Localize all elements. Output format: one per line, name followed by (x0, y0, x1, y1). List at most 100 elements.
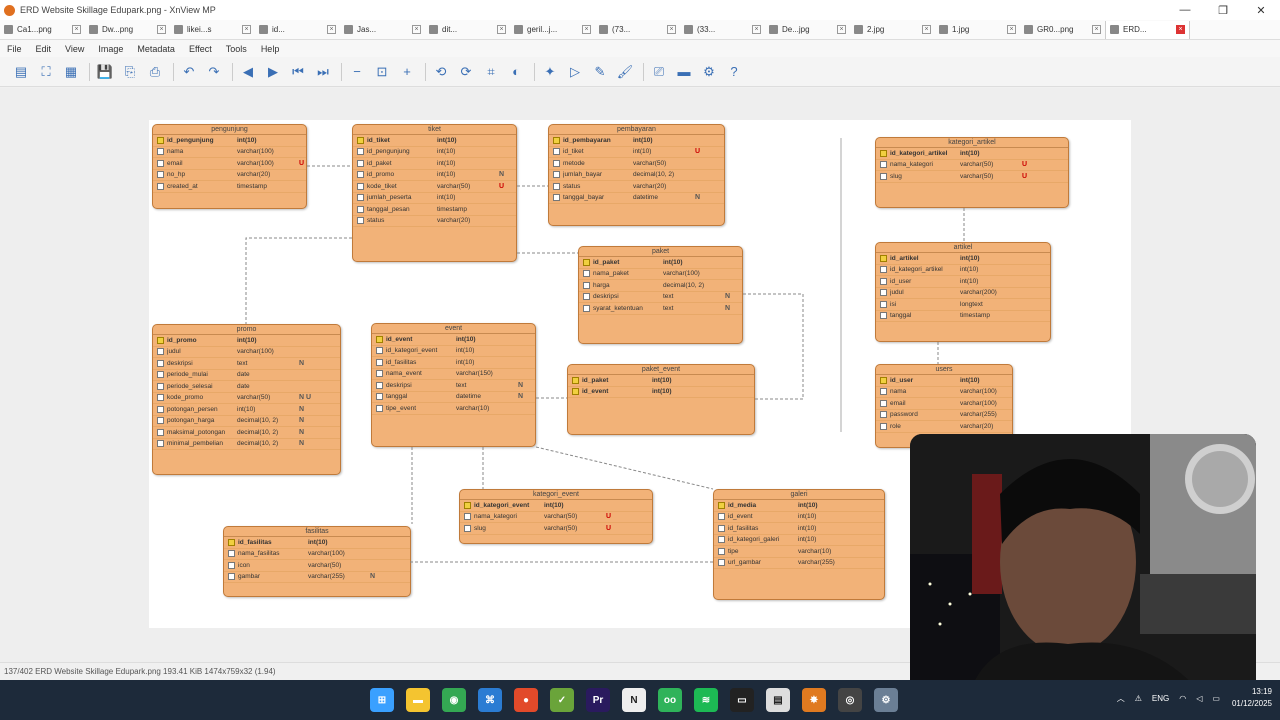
menu-metadata[interactable]: Metadata (130, 44, 182, 54)
adjust-icon[interactable]: ◐ (505, 61, 527, 83)
menu-file[interactable]: File (0, 44, 29, 54)
fullscreen-icon[interactable]: ⛶ (35, 61, 57, 83)
undo-icon[interactable]: ↶ (178, 61, 200, 83)
entity-artikel[interactable]: artikel id_artikel int(10) id_kategori_arti… (875, 242, 1051, 342)
language-indicator[interactable]: ENG (1152, 694, 1169, 703)
image-tab[interactable]: (73... × (595, 21, 680, 39)
rotate-right-icon[interactable]: ⟳ (455, 61, 477, 83)
image-tab[interactable]: id... × (255, 21, 340, 39)
browser-icon[interactable]: ▤ (10, 61, 32, 83)
entity-tiket[interactable]: tiket id_tiket int(10) id_pengunjung int(10)… (352, 124, 517, 262)
edit-icon[interactable]: ✎ (589, 61, 611, 83)
entity-fasilitas[interactable]: fasilitas id_fasilitas int(10) nama_fasilit… (223, 526, 411, 597)
menu-tools[interactable]: Tools (219, 44, 254, 54)
effects-icon[interactable]: ✦ (539, 61, 561, 83)
zoom-fit-icon[interactable]: ⊡ (371, 61, 393, 83)
image-tab[interactable]: GR0...png × (1020, 21, 1105, 39)
close-button[interactable]: ✕ (1242, 4, 1280, 17)
notion-icon[interactable]: N (622, 688, 646, 712)
menu-help[interactable]: Help (254, 44, 287, 54)
settings-icon[interactable]: ⚙ (698, 61, 720, 83)
menu-effect[interactable]: Effect (182, 44, 219, 54)
zoom-in-icon[interactable]: + (396, 61, 418, 83)
tab-close-icon[interactable]: × (157, 25, 166, 34)
zoom-out-icon[interactable]: − (346, 61, 368, 83)
rotate-left-icon[interactable]: ⟲ (430, 61, 452, 83)
recorder-icon[interactable]: ● (514, 688, 538, 712)
battery-icon[interactable]: ▭ (1212, 694, 1220, 703)
filmstrip-icon[interactable]: ▬ (673, 61, 695, 83)
image-tab[interactable]: Ca1...png × (0, 21, 85, 39)
image-tab[interactable]: ERD... × (1105, 20, 1190, 39)
entity-paket[interactable]: paket id_paket int(10) nama_paket varchar(10… (578, 246, 743, 344)
volume-icon[interactable]: ◁ (1196, 694, 1202, 703)
tab-close-icon[interactable]: × (72, 25, 81, 34)
image-tab[interactable]: dit... × (425, 21, 510, 39)
clock[interactable]: 13:19 01/12/2025 (1232, 686, 1272, 710)
entity-paket_event[interactable]: paket_event id_paket int(10) id_event int(10… (567, 364, 755, 435)
slideshow-icon[interactable]: ▷ (564, 61, 586, 83)
entity-event[interactable]: event id_event int(10) id_kategori_event int… (371, 323, 536, 447)
crop-icon[interactable]: ⌗ (480, 61, 502, 83)
network-alert-icon[interactable]: ⚠ (1135, 694, 1142, 703)
spotify-icon[interactable]: ≋ (694, 688, 718, 712)
chrome-icon[interactable]: ◉ (442, 688, 466, 712)
image-tab[interactable]: 2.jpg × (850, 21, 935, 39)
last-icon[interactable]: ⏭ (312, 61, 334, 83)
next-icon[interactable]: ▶ (262, 61, 284, 83)
entity-promo[interactable]: promo id_promo int(10) judul varchar(100) des… (152, 324, 341, 475)
redo-icon[interactable]: ↷ (203, 61, 225, 83)
settings-icon[interactable]: ⚙ (874, 688, 898, 712)
help-icon[interactable]: ? (723, 61, 745, 83)
tab-close-icon[interactable]: × (497, 25, 506, 34)
obs-icon[interactable]: ◎ (838, 688, 862, 712)
tab-close-icon[interactable]: × (667, 25, 676, 34)
menu-image[interactable]: Image (91, 44, 130, 54)
tab-close-icon[interactable]: × (242, 25, 251, 34)
tab-close-icon[interactable]: × (582, 25, 591, 34)
tab-close-icon[interactable]: × (327, 25, 336, 34)
tab-close-icon[interactable]: × (1007, 25, 1016, 34)
minimize-button[interactable]: — (1166, 4, 1204, 17)
vscode-icon[interactable]: ⌘ (478, 688, 502, 712)
prev-icon[interactable]: ◀ (237, 61, 259, 83)
premiere-icon[interactable]: Pr (586, 688, 610, 712)
tab-close-icon[interactable]: × (1176, 25, 1185, 34)
tab-close-icon[interactable]: × (1092, 25, 1101, 34)
entity-pengunjung[interactable]: pengunjung id_pengunjung int(10) nama varcha… (152, 124, 307, 209)
entity-kategori_artikel[interactable]: kategori_artikel id_kategori_artikel int(1… (875, 137, 1069, 208)
chevron-up-icon[interactable]: ︿ (1117, 693, 1125, 704)
terminal-icon[interactable]: ▭ (730, 688, 754, 712)
xampp-icon[interactable]: ✓ (550, 688, 574, 712)
tab-close-icon[interactable]: × (922, 25, 931, 34)
entity-kategori_event[interactable]: kategori_event id_kategori_event int(10) na… (459, 489, 653, 544)
image-tab[interactable]: De...jpg × (765, 21, 850, 39)
entity-galeri[interactable]: galeri id_media int(10) id_event int(10) id_f… (713, 489, 885, 600)
entity-pembayaran[interactable]: pembayaran id_pembayaran int(10) id_tiket in… (548, 124, 725, 226)
first-icon[interactable]: ⏮ (287, 61, 309, 83)
tab-close-icon[interactable]: × (412, 25, 421, 34)
image-tab[interactable]: likei...s × (170, 21, 255, 39)
file-explorer-icon[interactable]: ▬ (406, 688, 430, 712)
xnview-icon[interactable]: ✸ (802, 688, 826, 712)
maximize-button[interactable]: ❐ (1204, 4, 1242, 17)
save-icon[interactable]: 💾 (94, 61, 116, 83)
image-tab[interactable]: Jas... × (340, 21, 425, 39)
image-tab[interactable]: 1.jpg × (935, 21, 1020, 39)
tab-close-icon[interactable]: × (837, 25, 846, 34)
menu-view[interactable]: View (58, 44, 91, 54)
windows-start-icon[interactable]: ⊞ (370, 688, 394, 712)
save-as-icon[interactable]: ⎘ (119, 61, 141, 83)
tab-close-icon[interactable]: × (752, 25, 761, 34)
print-icon[interactable]: ⎙ (144, 61, 166, 83)
menu-edit[interactable]: Edit (29, 44, 59, 54)
thumbnails-icon[interactable]: ▦ (60, 61, 82, 83)
image-tab[interactable]: (33... × (680, 21, 765, 39)
scan-icon[interactable]: ⎚ (648, 61, 670, 83)
paint-icon[interactable]: 🖌 (614, 61, 636, 83)
wifi-icon[interactable]: ◠ (1179, 694, 1186, 703)
image-tab[interactable]: geril...j... × (510, 21, 595, 39)
image-tab[interactable]: Dw...png × (85, 21, 170, 39)
notepad-icon[interactable]: ▤ (766, 688, 790, 712)
dev-app-icon[interactable]: oo (658, 688, 682, 712)
